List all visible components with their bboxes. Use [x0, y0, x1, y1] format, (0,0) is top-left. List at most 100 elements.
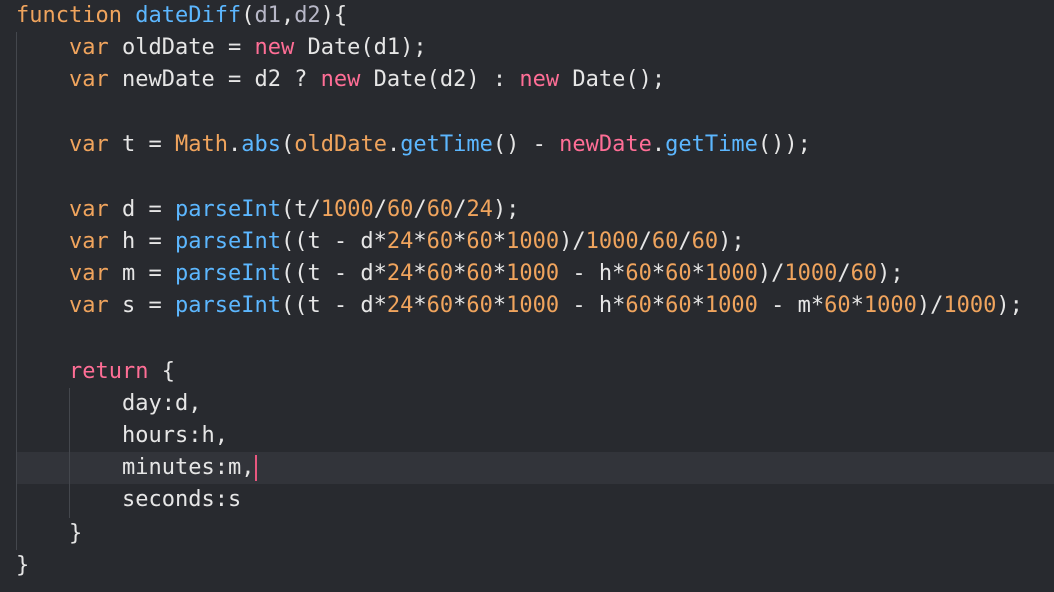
number: 1000 [704, 293, 758, 318]
number: 1000 [320, 197, 374, 222]
paren: ( [241, 3, 255, 28]
operator: / [413, 197, 427, 222]
operator: * [453, 229, 467, 254]
code-text: { [148, 359, 175, 384]
number: 60 [850, 261, 878, 286]
paren: ( [280, 132, 295, 157]
number: 60 [466, 293, 493, 318]
operator: )/ [559, 229, 586, 254]
function-parseint: parseInt [174, 293, 281, 318]
param-d2: d2 [294, 3, 321, 28]
number: 1000 [784, 261, 838, 286]
code-line-7: var d = parseInt(t/1000/60/60/24); [0, 194, 1054, 226]
code-text: seconds:s [122, 487, 242, 512]
number: 1000 [506, 293, 560, 318]
code-text: t = [108, 132, 175, 157]
code-text: (t/ [280, 197, 321, 222]
code-line-5: var t = Math.abs(oldDate.getTime() - new… [0, 129, 1054, 161]
number: 60 [824, 293, 851, 318]
number: 1000 [943, 293, 997, 318]
number: 1000 [863, 293, 917, 318]
number: 1000 [585, 229, 639, 254]
code-line-1: function dateDiff(d1,d2){ [0, 0, 1054, 32]
code-text: ()); [757, 132, 811, 157]
number: 60 [386, 197, 414, 222]
keyword-var: var [69, 67, 109, 92]
keyword-var: var [69, 197, 109, 222]
number: 60 [665, 293, 692, 318]
number: 60 [466, 229, 493, 254]
keyword-return: return [69, 359, 149, 384]
code-line-14: hours:h, [0, 420, 1054, 452]
code-text: ((t - d* [280, 229, 387, 254]
operator: * [453, 293, 467, 318]
number: 24 [386, 261, 414, 286]
operator: / [678, 229, 692, 254]
number: 60 [426, 229, 454, 254]
keyword-new: new [254, 35, 295, 60]
operator: * [691, 261, 705, 286]
code-text: minutes:m, [122, 455, 255, 480]
code-text: hours:h, [122, 423, 228, 448]
code-line-15: minutes:m, [0, 452, 1054, 484]
code-text: s = [108, 293, 175, 318]
code-line-8: var h = parseInt((t - d*24*60*60*1000)/1… [0, 226, 1054, 258]
code-editor[interactable]: function dateDiff(d1,d2){ var oldDate = … [0, 0, 1054, 592]
code-text: day:d, [122, 391, 202, 416]
number: 60 [426, 197, 454, 222]
dot: . [386, 132, 401, 157]
dot: . [651, 132, 666, 157]
keyword-var: var [69, 293, 109, 318]
operator: * [453, 261, 467, 286]
code-line-17: } [0, 518, 1054, 550]
number: 1000 [704, 261, 758, 286]
operator: / [837, 261, 851, 286]
operator: / [453, 197, 467, 222]
var-olddate: oldDate [294, 132, 387, 157]
text-caret [255, 455, 258, 481]
code-text: ((t - d* [280, 261, 387, 286]
number: 60 [426, 261, 454, 286]
param-d1: d1 [254, 3, 281, 28]
keyword-var: var [69, 261, 109, 286]
function-parseint: parseInt [174, 261, 281, 286]
operator: - h* [559, 261, 626, 286]
function-name: dateDiff [135, 3, 242, 28]
code-text: () - [492, 132, 560, 157]
operator: )/ [757, 261, 785, 286]
code-text: ); [718, 229, 745, 254]
code-line-9: var m = parseInt((t - d*24*60*60*1000 - … [0, 258, 1054, 290]
code-text: Date(d2) : [360, 67, 520, 92]
keyword-var: var [69, 35, 109, 60]
method-gettime: getTime [400, 132, 493, 157]
code-line-2: var oldDate = new Date(d1); [0, 32, 1054, 64]
operator: / [638, 229, 652, 254]
operator: )/ [916, 293, 944, 318]
method-gettime: getTime [665, 132, 758, 157]
code-text: m = [108, 261, 175, 286]
comma: , [280, 3, 295, 28]
paren-brace: ){ [320, 3, 348, 28]
number: 60 [665, 261, 692, 286]
number: 60 [691, 229, 719, 254]
keyword-var: var [69, 229, 109, 254]
number: 60 [466, 261, 493, 286]
code-text: ); [877, 261, 904, 286]
code-line-3: var newDate = d2 ? new Date(d2) : new Da… [0, 64, 1054, 96]
code-line-13: day:d, [0, 388, 1054, 420]
code-text: h = [108, 229, 175, 254]
operator: - m* [757, 293, 825, 318]
operator: * [492, 229, 507, 254]
number: 1000 [506, 229, 560, 254]
operator: * [691, 293, 705, 318]
code-text: ); [996, 293, 1023, 318]
number: 1000 [506, 261, 560, 286]
var-newdate: newDate [559, 132, 652, 157]
operator: * [850, 293, 864, 318]
operator: * [413, 261, 427, 286]
keyword-new: new [320, 67, 361, 92]
code-text: newDate = d2 ? [108, 67, 321, 92]
operator: * [651, 261, 666, 286]
code-text: Date(d1); [294, 35, 427, 60]
operator: - h* [559, 293, 626, 318]
